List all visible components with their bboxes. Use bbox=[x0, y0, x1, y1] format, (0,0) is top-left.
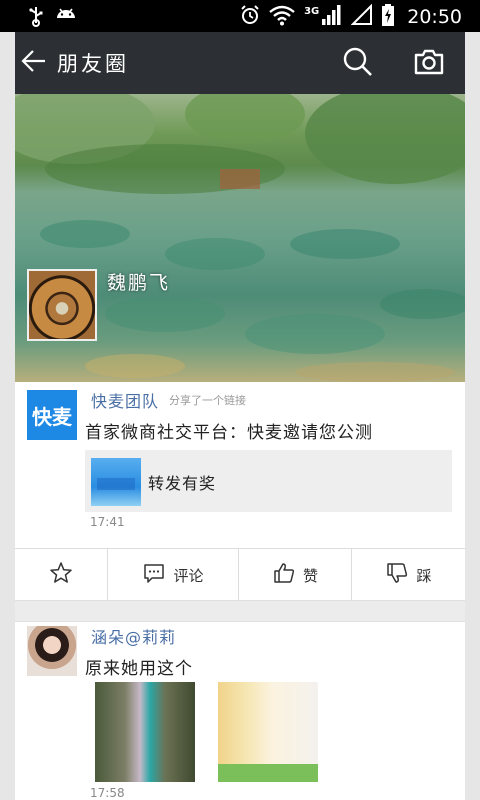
shared-link-card[interactable]: 转发有奖 bbox=[85, 450, 452, 512]
camera-icon[interactable] bbox=[413, 46, 445, 82]
dislike-label: 踩 bbox=[416, 566, 432, 585]
no-signal-icon bbox=[350, 3, 373, 30]
cover-photo[interactable]: 魏鹏飞 bbox=[15, 94, 465, 382]
star-icon bbox=[49, 561, 73, 589]
post-avatar[interactable]: 快麦 bbox=[27, 390, 77, 440]
back-arrow-icon[interactable] bbox=[21, 48, 47, 78]
post-text: 首家微商社交平台：快麦邀请您公测 bbox=[85, 423, 373, 443]
post-time: 17:58 bbox=[90, 786, 125, 800]
thumbs-down-icon bbox=[386, 562, 408, 588]
post-time: 17:41 bbox=[90, 515, 125, 529]
link-title: 转发有奖 bbox=[148, 474, 217, 493]
share-note: 分享了一个链接 bbox=[169, 394, 246, 407]
status-bar: 3G 20:50 bbox=[0, 0, 480, 32]
like-button[interactable]: 赞 bbox=[238, 549, 352, 601]
comment-button[interactable]: 评论 bbox=[107, 549, 239, 601]
comment-icon bbox=[143, 562, 165, 588]
link-thumbnail bbox=[91, 458, 141, 506]
post-text: 原来她用这个 bbox=[85, 659, 193, 679]
cell-signal-icon bbox=[321, 4, 343, 30]
favorite-button[interactable] bbox=[15, 549, 107, 601]
comment-label: 评论 bbox=[173, 566, 204, 585]
post-avatar[interactable] bbox=[27, 626, 77, 676]
page-title: 朋友圈 bbox=[57, 52, 129, 76]
post-photo[interactable] bbox=[95, 682, 195, 782]
like-label: 赞 bbox=[302, 566, 318, 585]
alarm-icon bbox=[240, 4, 260, 30]
status-time: 20:50 bbox=[407, 6, 462, 28]
network-type: 3G bbox=[304, 5, 320, 17]
wifi-icon bbox=[268, 4, 296, 30]
cover-user-name: 魏鹏飞 bbox=[107, 272, 171, 294]
avatar-logo-text: 快麦 bbox=[32, 404, 72, 429]
post-author[interactable]: 快麦团队 bbox=[91, 388, 159, 412]
cover-avatar[interactable] bbox=[27, 269, 97, 341]
post-action-bar: 评论 赞 踩 bbox=[15, 548, 465, 601]
app-bar: 朋友圈 bbox=[15, 32, 465, 94]
post-divider bbox=[15, 600, 465, 622]
post-author[interactable]: 涵朵@莉莉 bbox=[91, 624, 176, 648]
search-icon[interactable] bbox=[342, 46, 374, 82]
dislike-button[interactable]: 踩 bbox=[351, 549, 465, 601]
battery-icon bbox=[381, 3, 395, 31]
android-icon bbox=[54, 5, 78, 31]
thumbs-up-icon bbox=[273, 562, 295, 588]
post-photo[interactable] bbox=[218, 682, 318, 782]
moments-feed[interactable]: 魏鹏飞 快麦 快麦团队 分享了一个链接 首家微商社交平台：快麦邀请您公测 转发有… bbox=[15, 94, 465, 800]
usb-icon bbox=[28, 5, 44, 31]
